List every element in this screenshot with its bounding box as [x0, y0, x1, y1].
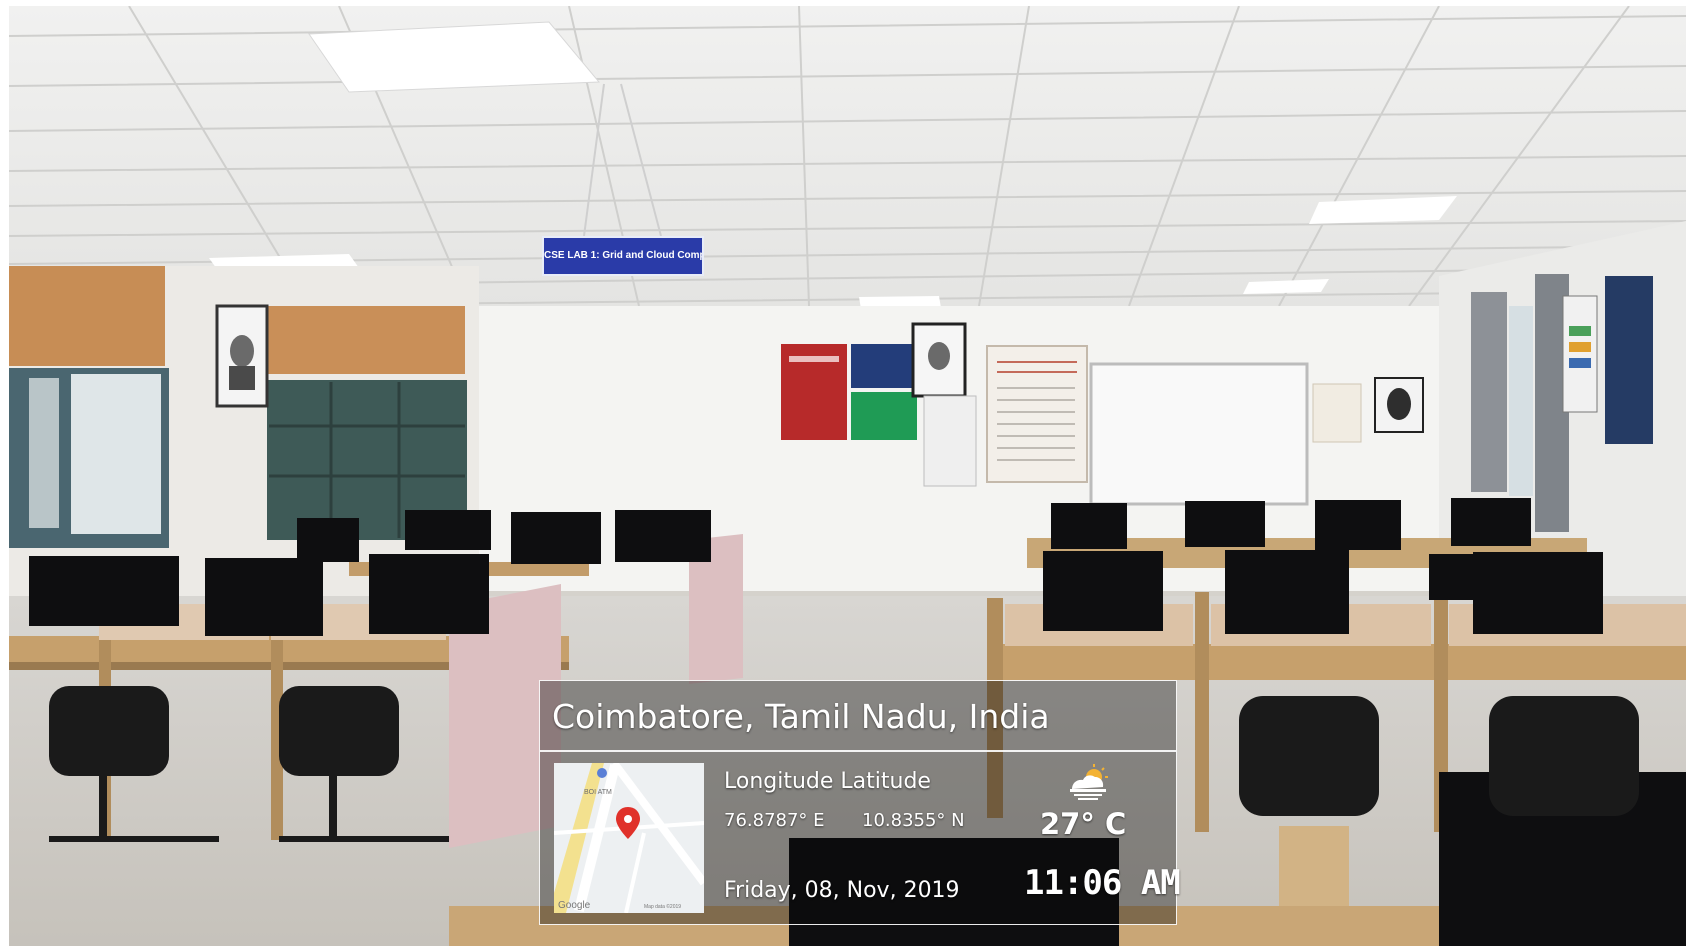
wood-panel	[265, 306, 465, 374]
geotag-overlay: Coimbatore, Tamil Nadu, India BOI ATM Go…	[539, 680, 1181, 925]
mini-map: BOI ATM Google Map data ©2019	[554, 763, 704, 913]
wall-chart	[851, 344, 917, 388]
longitude-value: 76.8787° E	[724, 810, 825, 831]
window	[1509, 306, 1533, 496]
partly-cloudy-icon	[1070, 764, 1108, 800]
map-place-label: BOI ATM	[584, 789, 612, 796]
atm-marker	[597, 768, 607, 778]
wall-chart	[851, 392, 917, 440]
poster	[1605, 276, 1653, 444]
whiteboard	[1089, 362, 1309, 506]
lonlat-label: Longitude Latitude	[724, 769, 931, 794]
map-credit: Map data ©2019	[644, 903, 681, 910]
lab-sign: CSE LAB 1: Grid and Cloud Computing Labo…	[542, 236, 704, 276]
latitude-value: 10.8355° N	[862, 810, 965, 831]
ceiling-light	[308, 21, 601, 93]
time-text: 11:06 AM	[1024, 863, 1181, 903]
notice-board	[986, 345, 1088, 483]
lab-photo: CSE LAB 1: Grid and Cloud Computing Labo…	[9, 6, 1686, 946]
location-title: Coimbatore, Tamil Nadu, India	[552, 697, 1050, 736]
wood-panel	[9, 266, 165, 366]
temperature-text: 27° C	[1040, 807, 1127, 841]
map-brand: Google	[558, 900, 591, 911]
date-text: Friday, 08, Nov, 2019	[724, 878, 960, 903]
divider	[540, 750, 1176, 752]
map-graphic: BOI ATM Google Map data ©2019	[554, 763, 704, 913]
poster	[1562, 295, 1598, 413]
curtain	[1471, 292, 1507, 492]
